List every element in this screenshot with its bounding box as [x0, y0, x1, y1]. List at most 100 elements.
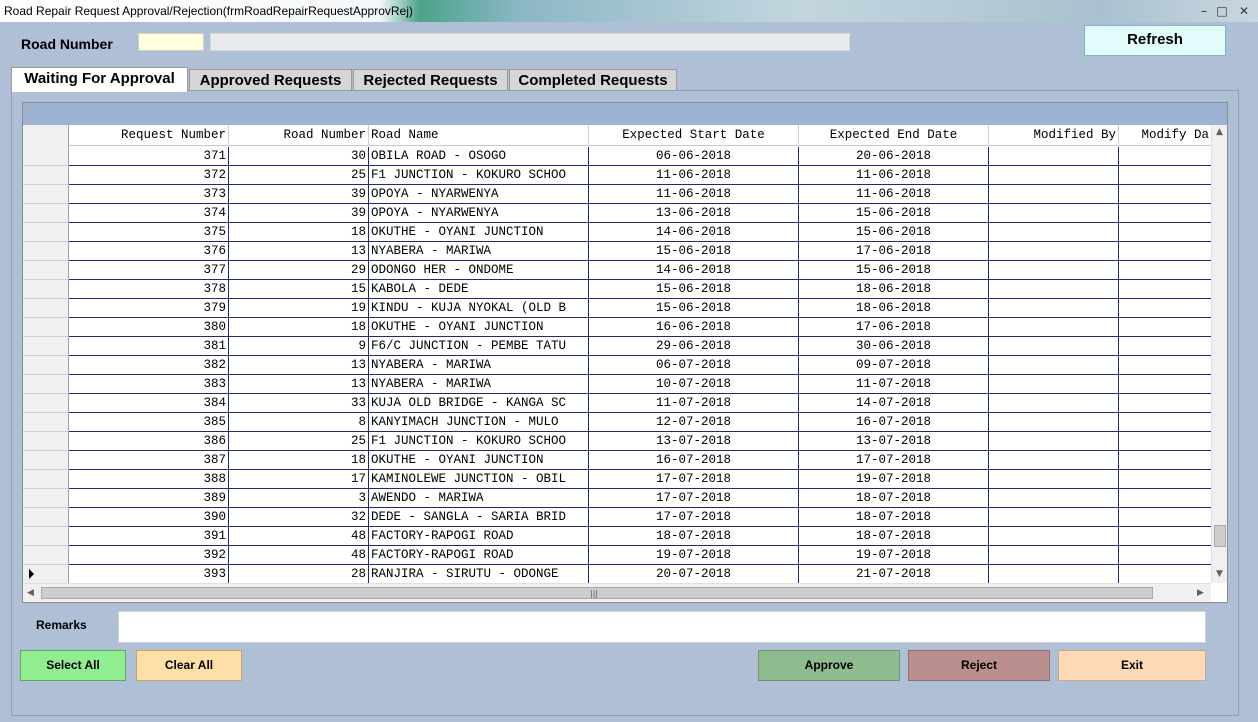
table-row[interactable]: 375 18 OKUTHE - OYANI JUNCTION 14-06-2018 15… [23, 223, 1211, 242]
cell-modify-date[interactable] [1119, 166, 1211, 185]
cell-request-number[interactable]: 388 [69, 470, 229, 489]
cell-request-number[interactable]: 380 [69, 318, 229, 337]
cell-modified-by[interactable] [989, 147, 1119, 166]
exit-button[interactable]: Exit [1058, 650, 1206, 681]
cell-modify-date[interactable] [1119, 508, 1211, 527]
cell-road-number[interactable]: 29 [229, 261, 369, 280]
cell-modify-date[interactable] [1119, 204, 1211, 223]
cell-road-number[interactable]: 3 [229, 489, 369, 508]
cell-road-number[interactable]: 18 [229, 451, 369, 470]
cell-expected-end-date[interactable]: 09-07-2018 [799, 356, 989, 375]
cell-modify-date[interactable] [1119, 394, 1211, 413]
cell-expected-end-date[interactable]: 17-07-2018 [799, 451, 989, 470]
column-header-modify-date[interactable]: Modify Da [1119, 125, 1211, 146]
row-header[interactable] [23, 432, 69, 451]
minimize-icon[interactable]: – [1198, 5, 1210, 17]
cell-modified-by[interactable] [989, 527, 1119, 546]
cell-road-name[interactable]: OKUTHE - OYANI JUNCTION [369, 451, 589, 470]
row-header[interactable] [23, 375, 69, 394]
cell-expected-start-date[interactable]: 17-07-2018 [589, 508, 799, 527]
cell-expected-end-date[interactable]: 18-06-2018 [799, 299, 989, 318]
cell-expected-start-date[interactable]: 17-07-2018 [589, 489, 799, 508]
row-header[interactable] [23, 204, 69, 223]
table-row[interactable]: 391 48 FACTORY-RAPOGI ROAD 18-07-2018 18-07-… [23, 527, 1211, 546]
cell-road-number[interactable]: 18 [229, 318, 369, 337]
cell-request-number[interactable]: 393 [69, 565, 229, 583]
cell-modified-by[interactable] [989, 280, 1119, 299]
cell-modify-date[interactable] [1119, 451, 1211, 470]
row-header[interactable] [23, 508, 69, 527]
cell-modify-date[interactable] [1119, 337, 1211, 356]
cell-expected-end-date[interactable]: 18-07-2018 [799, 489, 989, 508]
cell-request-number[interactable]: 384 [69, 394, 229, 413]
row-header[interactable] [23, 470, 69, 489]
table-row[interactable]: 384 33 KUJA OLD BRIDGE - KANGA SC 11-07-201… [23, 394, 1211, 413]
cell-expected-end-date[interactable]: 18-07-2018 [799, 508, 989, 527]
row-header[interactable] [23, 356, 69, 375]
requests-grid[interactable]: Request Number Road Number Road Name Exp… [22, 102, 1228, 603]
cell-road-name[interactable]: NYABERA - MARIWA [369, 356, 589, 375]
cell-expected-start-date[interactable]: 15-06-2018 [589, 299, 799, 318]
table-row[interactable]: 388 17 KAMINOLEWE JUNCTION - OBIL 17-07-201… [23, 470, 1211, 489]
table-row[interactable]: 377 29 ODONGO HER - ONDOME 14-06-2018 15-06-… [23, 261, 1211, 280]
cell-expected-end-date[interactable]: 16-07-2018 [799, 413, 989, 432]
vertical-scrollbar[interactable]: ▲ ▼ [1211, 125, 1227, 583]
close-icon[interactable]: ✕ [1238, 5, 1250, 17]
horizontal-scrollbar[interactable]: ◀ ||| ▶ [23, 583, 1211, 602]
cell-road-name[interactable]: AWENDO - MARIWA [369, 489, 589, 508]
cell-road-number[interactable]: 48 [229, 546, 369, 565]
cell-expected-start-date[interactable]: 15-06-2018 [589, 242, 799, 261]
cell-road-name[interactable]: KINDU - KUJA NYOKAL (OLD B [369, 299, 589, 318]
scroll-down-icon[interactable]: ▼ [1216, 569, 1223, 579]
cell-expected-start-date[interactable]: 10-07-2018 [589, 375, 799, 394]
table-row[interactable]: 382 13 NYABERA - MARIWA 06-07-2018 09-07-201… [23, 356, 1211, 375]
cell-expected-start-date[interactable]: 13-06-2018 [589, 204, 799, 223]
cell-road-number[interactable]: 17 [229, 470, 369, 489]
select-all-button[interactable]: Select All [20, 650, 126, 681]
cell-expected-end-date[interactable]: 14-07-2018 [799, 394, 989, 413]
cell-request-number[interactable]: 373 [69, 185, 229, 204]
cell-road-number[interactable]: 25 [229, 166, 369, 185]
cell-expected-end-date[interactable]: 18-06-2018 [799, 280, 989, 299]
cell-modify-date[interactable] [1119, 527, 1211, 546]
row-header[interactable] [23, 280, 69, 299]
column-header-road-number[interactable]: Road Number [229, 125, 369, 146]
column-header-road-name[interactable]: Road Name [369, 125, 589, 146]
cell-request-number[interactable]: 376 [69, 242, 229, 261]
row-header[interactable] [23, 489, 69, 508]
cell-road-name[interactable]: KUJA OLD BRIDGE - KANGA SC [369, 394, 589, 413]
cell-request-number[interactable]: 377 [69, 261, 229, 280]
cell-expected-end-date[interactable]: 11-06-2018 [799, 185, 989, 204]
cell-expected-start-date[interactable]: 11-06-2018 [589, 166, 799, 185]
cell-modify-date[interactable] [1119, 546, 1211, 565]
table-row[interactable]: 380 18 OKUTHE - OYANI JUNCTION 16-06-2018 17… [23, 318, 1211, 337]
cell-modified-by[interactable] [989, 432, 1119, 451]
cell-road-name[interactable]: F1 JUNCTION - KOKURO SCHOO [369, 432, 589, 451]
tab-completed-requests[interactable]: Completed Requests [509, 69, 677, 91]
cell-expected-end-date[interactable]: 18-07-2018 [799, 527, 989, 546]
cell-expected-start-date[interactable]: 14-06-2018 [589, 261, 799, 280]
row-header[interactable] [23, 527, 69, 546]
maximize-icon[interactable]: □ [1216, 5, 1228, 17]
cell-modified-by[interactable] [989, 204, 1119, 223]
horizontal-scroll-thumb[interactable]: ||| [41, 587, 1153, 599]
cell-road-name[interactable]: KAMINOLEWE JUNCTION - OBIL [369, 470, 589, 489]
cell-expected-end-date[interactable]: 15-06-2018 [799, 261, 989, 280]
cell-road-number[interactable]: 25 [229, 432, 369, 451]
row-header[interactable] [23, 413, 69, 432]
scroll-right-icon[interactable]: ▶ [1197, 588, 1204, 598]
cell-modified-by[interactable] [989, 299, 1119, 318]
vertical-scroll-thumb[interactable] [1214, 525, 1226, 547]
cell-modify-date[interactable] [1119, 432, 1211, 451]
row-header[interactable] [23, 318, 69, 337]
cell-expected-end-date[interactable]: 30-06-2018 [799, 337, 989, 356]
cell-road-name[interactable]: ODONGO HER - ONDOME [369, 261, 589, 280]
column-header-expected-end-date[interactable]: Expected End Date [799, 125, 989, 146]
cell-modify-date[interactable] [1119, 185, 1211, 204]
cell-modified-by[interactable] [989, 337, 1119, 356]
cell-request-number[interactable]: 391 [69, 527, 229, 546]
cell-modify-date[interactable] [1119, 489, 1211, 508]
row-header[interactable] [23, 565, 69, 583]
cell-modify-date[interactable] [1119, 356, 1211, 375]
table-row[interactable]: 378 15 KABOLA - DEDE 15-06-2018 18-06-2018 [23, 280, 1211, 299]
